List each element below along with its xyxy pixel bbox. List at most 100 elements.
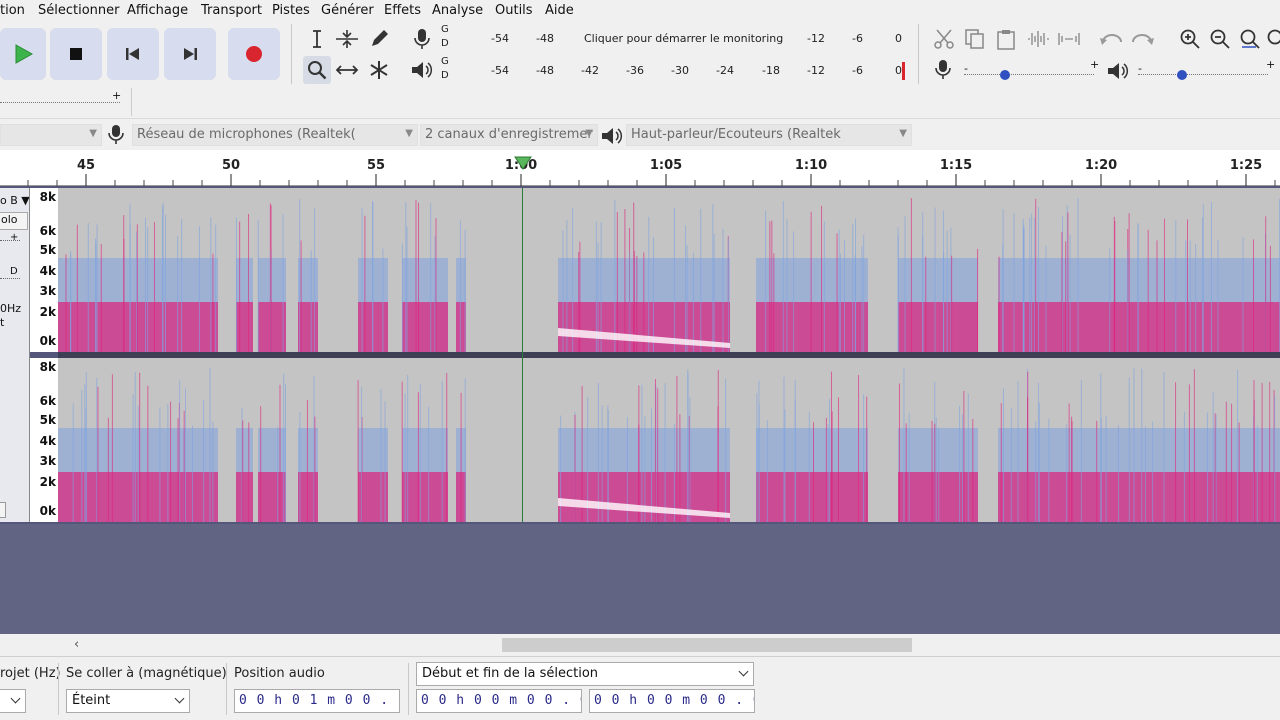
zoom-out-button[interactable] (1206, 25, 1234, 53)
recording-device-select[interactable]: Réseau de microphones (Realtek(▼ (132, 124, 418, 146)
recording-channels-value: 2 canaux d'enregistremer (425, 127, 593, 142)
meter-tick: -30 (671, 64, 689, 77)
selection-tool[interactable] (303, 25, 331, 53)
multi-tool[interactable] (365, 56, 393, 84)
timeline-ruler[interactable]: 45 50 55 1:00 1:05 1:10 1:15 1:20 1:25 (0, 150, 1280, 186)
fit-selection-button[interactable] (1236, 25, 1264, 53)
empty-track-area[interactable] (0, 524, 1280, 634)
meter-tick: -36 (626, 64, 644, 77)
clipboard-icon (997, 30, 1015, 50)
collapse-button[interactable] (0, 502, 6, 518)
envelope-tool[interactable] (333, 25, 361, 53)
cut-button[interactable] (930, 25, 958, 53)
undo-button[interactable] (1098, 25, 1126, 53)
fit-project-button[interactable] (1264, 25, 1280, 53)
menu-selection-cut[interactable]: tion (0, 3, 25, 18)
magnifier-icon (308, 61, 327, 80)
record-button[interactable] (228, 28, 280, 80)
microphone-icon (108, 123, 124, 150)
double-arrow-icon (335, 65, 359, 75)
meter-tick: 0 (895, 32, 902, 45)
record-volume-thumb[interactable] (1000, 70, 1010, 80)
silence-audio-icon (1058, 33, 1080, 45)
menu-effects[interactable]: Effets (384, 3, 421, 18)
menu-help[interactable]: Aide (545, 3, 574, 18)
skip-start-button[interactable] (107, 28, 159, 80)
redo-icon (1132, 34, 1154, 45)
track-area: o B ▼ olo + D 0Hz t 8k 6k 5k 4k 3k 2k 0k… (0, 186, 1280, 524)
horizontal-scrollbar[interactable]: ‹ (0, 634, 1280, 656)
frequency-scale-right[interactable]: 8k 6k 5k 4k 3k 2k 0k (30, 358, 58, 522)
frequency-scale-left[interactable]: 8k 6k 5k 4k 3k 2k 0k (30, 188, 58, 352)
solo-label: olo (1, 213, 18, 226)
record-volume-slider[interactable] (964, 74, 1094, 76)
skip-end-button[interactable] (164, 28, 216, 80)
menu-select[interactable]: Sélectionner (38, 3, 120, 18)
play-meter-button[interactable] (408, 56, 436, 84)
scissors-icon (934, 29, 954, 49)
selection-mode-select[interactable]: Début et fin de la sélection (416, 662, 754, 686)
selection-end-field[interactable]: 0 0 h 0 0 m 0 0 . 0 0 0 s (589, 689, 755, 713)
playback-device-select[interactable]: Haut-parleur/Ecouteurs (Realtek ▼ (626, 124, 912, 146)
playback-volume-thumb[interactable] (1177, 70, 1187, 80)
spectrogram-left-channel[interactable] (58, 188, 1280, 352)
scroll-left-icon[interactable]: ‹ (74, 637, 79, 652)
speaker-icon (600, 125, 624, 150)
track-control-panel[interactable]: o B ▼ olo + D 0Hz t (0, 188, 30, 522)
envelope-icon (336, 30, 358, 48)
solo-button[interactable]: olo (0, 212, 28, 230)
scale-label: 8k (39, 360, 56, 374)
ruler-label: 55 (366, 158, 386, 173)
menu-tools[interactable]: Outils (495, 3, 533, 18)
pencil-icon (372, 30, 388, 46)
stop-button[interactable] (50, 28, 102, 80)
monitoring-prompt[interactable]: Cliquer pour démarrer le monitoring (584, 32, 783, 45)
spectrogram-right-channel[interactable] (58, 358, 1280, 522)
play-button[interactable] (0, 28, 46, 80)
meter-tick: -6 (852, 32, 863, 45)
playback-volume-slider[interactable] (1138, 74, 1268, 76)
selection-end-value: 0 0 h 0 0 m 0 0 . 0 0 0 s (594, 693, 754, 708)
snap-select[interactable]: Éteint (66, 689, 190, 713)
menu-tracks[interactable]: Pistes (272, 3, 310, 18)
device-toolbar: ▼ Réseau de microphones (Realtek(▼ 2 can… (0, 118, 1280, 150)
audio-position-field[interactable]: 0 0 h 0 1 m 0 0 . 1 2 3 s (234, 689, 400, 713)
draw-tool[interactable] (365, 25, 393, 53)
zoom-in-button[interactable] (1176, 25, 1204, 53)
silence-button[interactable] (1055, 25, 1083, 53)
recording-channels-select[interactable]: 2 canaux d'enregistremer ▼ (420, 124, 598, 146)
pan-slider[interactable] (0, 278, 20, 279)
selection-mode-value: Début et fin de la sélection (422, 666, 599, 681)
record-meter[interactable]: -54 -48 Cliquer pour démarrer le monitor… (454, 30, 910, 48)
playback-meter[interactable]: -54 -48 -42 -36 -30 -24 -18 -12 -6 0 (454, 62, 910, 80)
scale-label: 2k (39, 475, 56, 489)
scale-label: 6k (39, 224, 56, 238)
track-name-menu[interactable]: o B ▼ (0, 194, 29, 207)
microphone-icon (414, 29, 430, 49)
ruler-label: 50 (221, 158, 241, 173)
copy-button[interactable] (961, 25, 989, 53)
ruler-label: 45 (76, 158, 96, 173)
project-rate-select[interactable] (0, 689, 26, 713)
selection-start-field[interactable]: 0 0 h 0 0 m 0 0 . 0 0 0 s (416, 689, 582, 713)
meter-tick: -24 (716, 64, 734, 77)
timeshift-tool[interactable] (333, 56, 361, 84)
menu-generate[interactable]: Générer (321, 3, 374, 18)
menu-transport[interactable]: Transport (201, 3, 262, 18)
meter-tick: -54 (491, 64, 509, 77)
paste-button[interactable] (992, 25, 1020, 53)
record-meter-button[interactable] (408, 25, 436, 53)
track-format-info: t (0, 316, 5, 329)
redo-button[interactable] (1128, 25, 1156, 53)
menu-view[interactable]: Affichage (127, 3, 188, 18)
scale-label: 4k (39, 434, 56, 448)
trim-button[interactable] (1024, 25, 1052, 53)
audio-host-select[interactable]: ▼ (0, 124, 102, 146)
zoom-fit-icon (1267, 29, 1280, 45)
scroll-thumb[interactable] (502, 638, 912, 652)
zoom-tool[interactable] (303, 56, 331, 84)
ruler-label: 1:05 (649, 158, 683, 173)
menu-analyze[interactable]: Analyse (432, 3, 483, 18)
playhead-marker-icon[interactable] (514, 156, 532, 170)
meter-tick: -12 (807, 64, 825, 77)
